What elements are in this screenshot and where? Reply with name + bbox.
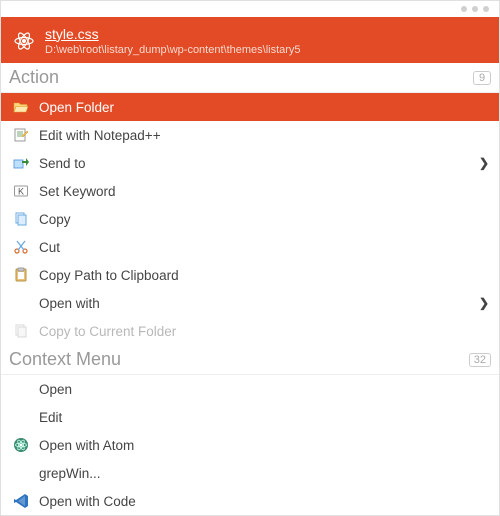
item-label: Open [39,382,489,397]
atom-app-icon [13,437,29,453]
context-grepwin[interactable]: grepWin... [1,459,499,487]
atom-icon [11,28,37,54]
item-label: Cut [39,240,489,255]
keyword-icon: K [13,183,29,199]
file-name[interactable]: style.css [45,25,301,43]
item-label: Open Folder [39,100,489,115]
blank-icon [13,381,29,397]
item-label: Copy [39,212,489,227]
action-set-keyword[interactable]: K Set Keyword [1,177,499,205]
file-path: D:\web\root\listary_dump\wp-content\them… [45,43,301,57]
action-edit-notepad[interactable]: Edit with Notepad++ [1,121,499,149]
file-header-text: style.css D:\web\root\listary_dump\wp-co… [45,25,301,57]
window-dot [483,6,489,12]
blank-icon [13,295,29,311]
context-open-atom[interactable]: Open with Atom [1,431,499,459]
copy-folder-icon [13,323,29,339]
action-section-label: Action 9 [1,63,499,93]
item-label: Copy Path to Clipboard [39,268,489,283]
file-header: style.css D:\web\root\listary_dump\wp-co… [1,17,499,63]
clipboard-icon [13,267,29,283]
listary-window: style.css D:\web\root\listary_dump\wp-co… [0,0,500,516]
item-label: grepWin... [39,466,489,481]
item-label: Edit with Notepad++ [39,128,489,143]
action-open-folder[interactable]: Open Folder [1,93,499,121]
vscode-icon [13,493,29,509]
submenu-arrow-icon: ❯ [479,296,489,310]
item-label: Open with Atom [39,438,489,453]
send-to-icon [13,155,29,171]
action-open-with[interactable]: Open with ❯ [1,289,499,317]
context-section-label: Context Menu 32 [1,345,499,375]
action-copy-current-folder: Copy to Current Folder [1,317,499,345]
context-open-code[interactable]: Open with Code [1,487,499,515]
notepad-icon [13,127,29,143]
item-label: Open with Code [39,494,489,509]
cut-icon [13,239,29,255]
copy-icon [13,211,29,227]
item-label: Open with [39,296,469,311]
action-send-to[interactable]: Send to ❯ [1,149,499,177]
action-menu: Open Folder Edit with Notepad++ [1,93,499,345]
window-dot [461,6,467,12]
section-title: Action [9,67,59,88]
section-count-badge: 9 [473,71,491,85]
item-label: Set Keyword [39,184,489,199]
blank-icon [13,465,29,481]
submenu-arrow-icon: ❯ [479,156,489,170]
action-copy-path[interactable]: Copy Path to Clipboard [1,261,499,289]
context-menu: Open Edit Open with Atom grepWin... [1,375,499,515]
window-dot [472,6,478,12]
item-label: Send to [39,156,469,171]
section-title: Context Menu [9,349,121,370]
action-copy[interactable]: Copy [1,205,499,233]
blank-icon [13,409,29,425]
item-label: Copy to Current Folder [39,324,489,339]
action-cut[interactable]: Cut [1,233,499,261]
svg-text:K: K [18,187,24,197]
context-open[interactable]: Open [1,375,499,403]
titlebar [1,1,499,17]
folder-open-icon [13,99,29,115]
section-count-badge: 32 [469,353,491,367]
item-label: Edit [39,410,489,425]
context-edit[interactable]: Edit [1,403,499,431]
